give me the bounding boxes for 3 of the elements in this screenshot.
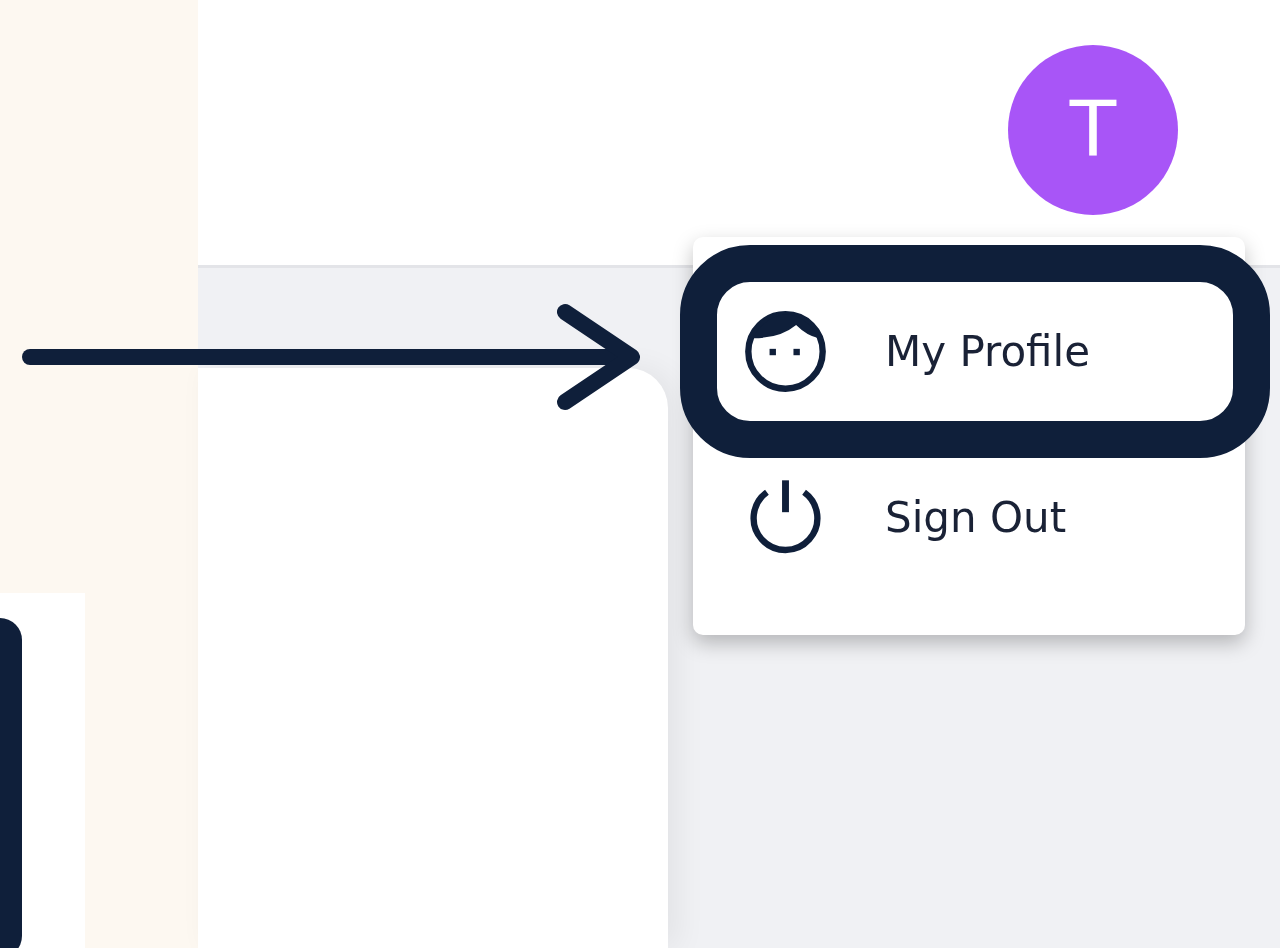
- face-icon: [743, 309, 828, 394]
- avatar-button[interactable]: T: [1008, 44, 1178, 215]
- menu-item[interactable]: My Profile: [680, 245, 1270, 458]
